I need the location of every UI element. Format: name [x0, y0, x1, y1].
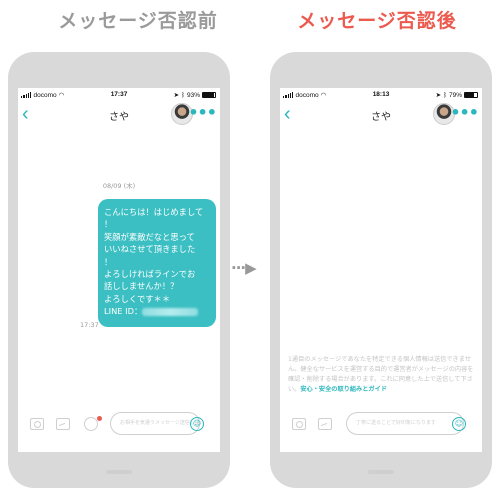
- camera-icon[interactable]: [30, 418, 44, 430]
- photo-icon[interactable]: [56, 418, 70, 430]
- home-indicator: [368, 470, 394, 474]
- battery-icon: [202, 92, 216, 98]
- battery-percent: 79%: [448, 91, 462, 99]
- status-bar: docomo ◠ 18:13 ➤ ᛒ 79%: [280, 88, 482, 102]
- safety-guide-link[interactable]: 安心・安全の取り組みとガイド: [300, 386, 387, 393]
- phone-before: docomo ◠ 17:37 ➤ ᛒ 93% ‹ さや ••• 08/09 (木…: [8, 52, 230, 488]
- message-line: よろしくです＊＊: [104, 293, 171, 304]
- chat-screen-after: docomo ◠ 18:13 ➤ ᛒ 79% ‹ さや ••• 1通目のメッセー…: [280, 88, 482, 452]
- message-input-bar: お相手を気遣うメッセージ送信しよう ☺: [18, 408, 220, 444]
- message-input[interactable]: 丁寧に送ることで好印象になります: [346, 412, 464, 435]
- message-line: ！: [104, 219, 113, 230]
- bluetooth-icon: ᛒ: [181, 91, 185, 99]
- before-heading: メッセージ否認前: [58, 10, 218, 32]
- location-icon: ➤: [435, 92, 442, 99]
- message-timestamp: 17:37: [80, 321, 99, 329]
- message-input-bar: 丁寧に送ることで好印象になります ☺: [280, 408, 482, 444]
- message-line: こんにちは！はじめまして: [104, 207, 204, 217]
- message-input[interactable]: お相手を気遣うメッセージ送信しよう: [110, 412, 200, 435]
- message-line: いいねさせて頂きました: [104, 244, 196, 255]
- sent-message-bubble: こんにちは！はじめまして ！ 笑顔が素敵だなと思って いいねさせて頂きました ！…: [98, 199, 216, 327]
- blurred-line-id: [142, 307, 199, 316]
- message-line: 話ししませんか！？: [104, 281, 179, 292]
- date-separator: 08/09 (木): [102, 182, 136, 190]
- chat-header: ‹ さや •••: [280, 102, 482, 130]
- line-id-label: LINE ID：: [104, 306, 143, 317]
- status-bar: docomo ◠ 17:37 ➤ ᛒ 93%: [18, 88, 220, 102]
- chat-screen-before: docomo ◠ 17:37 ➤ ᛒ 93% ‹ さや ••• 08/09 (木…: [18, 88, 220, 452]
- emoji-icon[interactable]: ☺: [452, 417, 466, 431]
- more-menu-button[interactable]: •••: [188, 105, 217, 121]
- phone-after: docomo ◠ 18:13 ➤ ᛒ 79% ‹ さや ••• 1通目のメッセー…: [270, 52, 492, 488]
- first-message-notice: 1通目のメッセージであなたを特定できる個人情報は送信できません。健全なサービスを…: [288, 355, 476, 395]
- bluetooth-icon: ᛒ: [443, 91, 447, 99]
- arrow-icon: ···▶: [231, 259, 257, 277]
- photo-icon[interactable]: [318, 418, 332, 430]
- home-indicator: [106, 470, 132, 474]
- battery-icon: [464, 92, 478, 98]
- camera-icon[interactable]: [292, 418, 306, 430]
- battery-percent: 93%: [186, 91, 200, 99]
- location-icon: ➤: [173, 92, 180, 99]
- message-line: 笑顔が素敵だなと思って: [104, 231, 195, 242]
- more-menu-button[interactable]: •••: [450, 105, 479, 121]
- message-line: ！: [104, 256, 113, 267]
- after-heading: メッセージ否認後: [297, 10, 457, 32]
- sticker-icon[interactable]: [84, 417, 98, 431]
- message-line: よろしければラインでお: [104, 269, 196, 280]
- emoji-icon[interactable]: ☺: [190, 417, 204, 431]
- chat-header: ‹ さや •••: [18, 102, 220, 130]
- notification-dot: [97, 416, 102, 421]
